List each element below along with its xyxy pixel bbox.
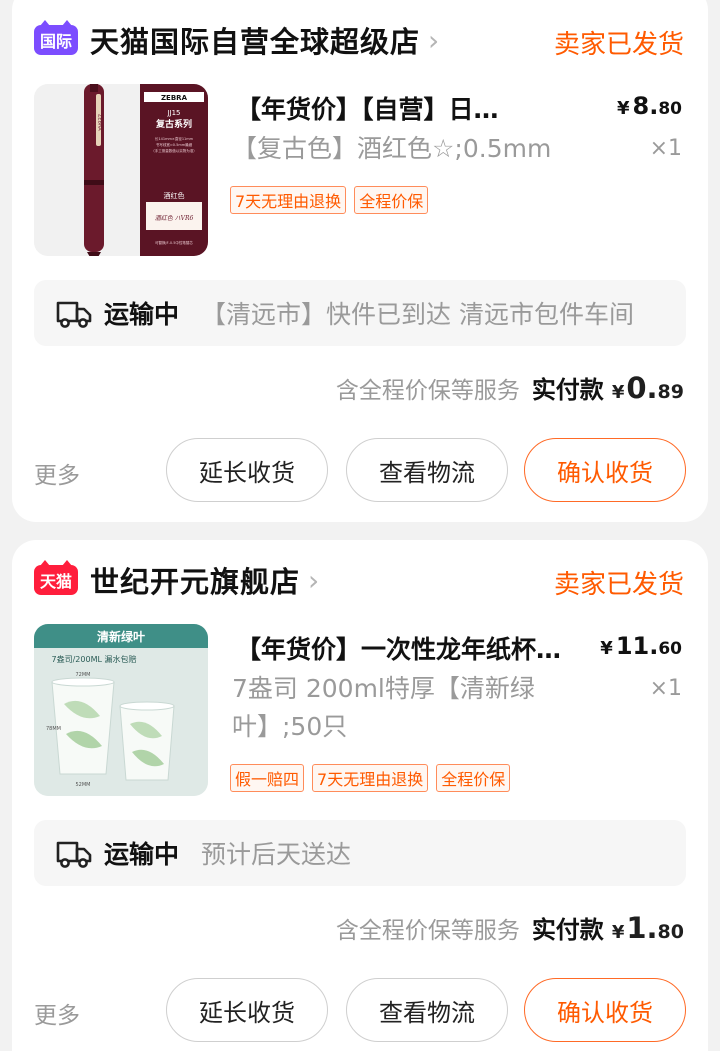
truck-icon <box>56 841 92 868</box>
order-card: 天猫 世纪开元旗舰店 › 卖家已发货 清新绿叶 7盎司/200ML 漏水包赔 7… <box>12 540 708 1051</box>
price-integer: 8. <box>632 92 659 120</box>
payment-integer: 1. <box>626 911 658 945</box>
pen-brand-text: ZEBRA <box>97 114 103 131</box>
pack-spec-3: （手工测量数值以实物为准） <box>151 148 197 153</box>
pack-series-text: 复古系列 <box>155 118 192 130</box>
payment-label: 实付款 <box>531 376 604 404</box>
product-title[interactable]: 【年货价】一次性龙年纸杯… <box>236 630 594 666</box>
store-header[interactable]: 天猫 世纪开元旗舰店 › <box>34 552 319 608</box>
tag-fake-compensation: 假一赔四 <box>230 764 305 792</box>
tmall-global-badge-icon: 国际 <box>34 20 78 55</box>
payment-decimal: 80 <box>657 921 684 943</box>
extend-receipt-button[interactable]: 延长收货 <box>166 978 328 1042</box>
tag-price-protect: 全程价保 <box>354 186 429 214</box>
payment-service-note: 含全程价保等服务 <box>335 378 520 404</box>
more-button[interactable]: 更多 <box>34 996 80 1030</box>
product-price: ¥8.80 <box>617 92 682 120</box>
logistics-bar[interactable]: 运输中 【清远市】快件已到达 清远市包件车间 <box>34 280 686 346</box>
service-tags: 7天无理由退换 全程价保 <box>230 186 429 214</box>
price-currency: ¥ <box>600 638 613 659</box>
cup-banner-text: 清新绿叶 <box>97 629 145 644</box>
price-integer: 11. <box>615 632 659 660</box>
pack-spec-2: 书写线宽≈0.5mm最细 <box>156 142 193 147</box>
pack-model-text: JJ15 <box>166 109 180 117</box>
pack-brand-text: ZEBRA <box>161 94 188 102</box>
pack-handwriting-sample: 酒红色 ハVR6 <box>155 214 194 222</box>
logistics-detail: 预计后天送达 <box>201 840 352 869</box>
tag-return: 7天无理由退换 <box>230 186 347 214</box>
tag-price-protect: 全程价保 <box>436 764 511 792</box>
product-quantity: ×1 <box>649 676 682 701</box>
tag-return: 7天无理由退换 <box>312 764 429 792</box>
order-status: 卖家已发货 <box>553 570 684 600</box>
pen-product-image: ZEBRA ZEBRA JJ15 复古系列 长141mm×直径11mm 书写线宽… <box>34 84 208 256</box>
store-header[interactable]: 国际 天猫国际自营全球超级店 › <box>34 12 439 68</box>
price-decimal: 80 <box>658 99 682 119</box>
store-name[interactable]: 天猫国际自营全球超级店 <box>90 19 420 61</box>
payment-summary: 含全程价保等服务 实付款 ¥ 0. 89 <box>336 370 684 405</box>
pack-spec-1: 长141mm×直径11mm <box>155 136 194 141</box>
product-quantity: ×1 <box>649 136 682 161</box>
product-price: ¥11.60 <box>600 632 682 660</box>
confirm-receipt-button[interactable]: 确认收货 <box>524 438 686 502</box>
payment-summary: 含全程价保等服务 实付款 ¥ 1. 80 <box>336 910 684 945</box>
logistics-detail: 【清远市】快件已到达 清远市包件车间 <box>201 300 634 329</box>
product-image[interactable]: ZEBRA ZEBRA JJ15 复古系列 长141mm×直径11mm 书写线宽… <box>34 84 208 256</box>
truck-icon <box>56 301 92 328</box>
logistics-bar[interactable]: 运输中 预计后天送达 <box>34 820 686 886</box>
cup-dim-side: 78MM <box>46 726 61 732</box>
price-currency: ¥ <box>616 98 630 119</box>
view-logistics-button[interactable]: 查看物流 <box>346 438 508 502</box>
payment-currency: ¥ <box>611 922 625 943</box>
cup-dim-bottom: 52MM <box>76 782 91 788</box>
logistics-status: 运输中 <box>104 300 180 329</box>
chevron-right-icon[interactable]: › <box>428 24 439 57</box>
payment-label: 实付款 <box>531 916 604 944</box>
order-card: 国际 天猫国际自营全球超级店 › 卖家已发货 ZEBRA ZEBRA JJ15 … <box>12 0 708 522</box>
pack-color-name: 酒红色 <box>164 191 185 200</box>
product-title[interactable]: 【年货价】【自营】日… <box>236 90 556 126</box>
product-sku: 7盎司 200ml特厚【清新绿叶】;50只 <box>232 674 535 741</box>
extend-receipt-button[interactable]: 延长收货 <box>166 438 328 502</box>
product-sku: 【复古色】酒红色☆;0.5mm <box>232 134 552 163</box>
payment-service-note: 含全程价保等服务 <box>335 918 520 944</box>
price-decimal: 60 <box>658 639 682 659</box>
cup-subtitle-text: 7盎司/200ML 漏水包赔 <box>52 654 137 664</box>
logistics-status: 运输中 <box>104 840 180 869</box>
payment-decimal: 89 <box>657 381 684 403</box>
view-logistics-button[interactable]: 查看物流 <box>346 978 508 1042</box>
order-status: 卖家已发货 <box>553 30 684 60</box>
payment-currency: ¥ <box>611 382 625 403</box>
payment-integer: 0. <box>626 371 658 405</box>
more-button[interactable]: 更多 <box>34 456 80 490</box>
chevron-right-icon[interactable]: › <box>308 564 319 597</box>
paper-cup-product-image: 清新绿叶 7盎司/200ML 漏水包赔 72MM 78MM 52MM <box>34 624 208 796</box>
service-tags: 假一赔四 7天无理由退换 全程价保 <box>230 764 511 792</box>
store-name[interactable]: 世纪开元旗舰店 <box>90 559 300 601</box>
cup-dim-top: 72MM <box>76 672 91 678</box>
pack-refill-text: 可替换JF-0.5中性笔替芯 <box>155 240 193 245</box>
product-image[interactable]: 清新绿叶 7盎司/200ML 漏水包赔 72MM 78MM 52MM <box>34 624 208 796</box>
tmall-badge-icon: 天猫 <box>34 560 78 595</box>
confirm-receipt-button[interactable]: 确认收货 <box>524 978 686 1042</box>
